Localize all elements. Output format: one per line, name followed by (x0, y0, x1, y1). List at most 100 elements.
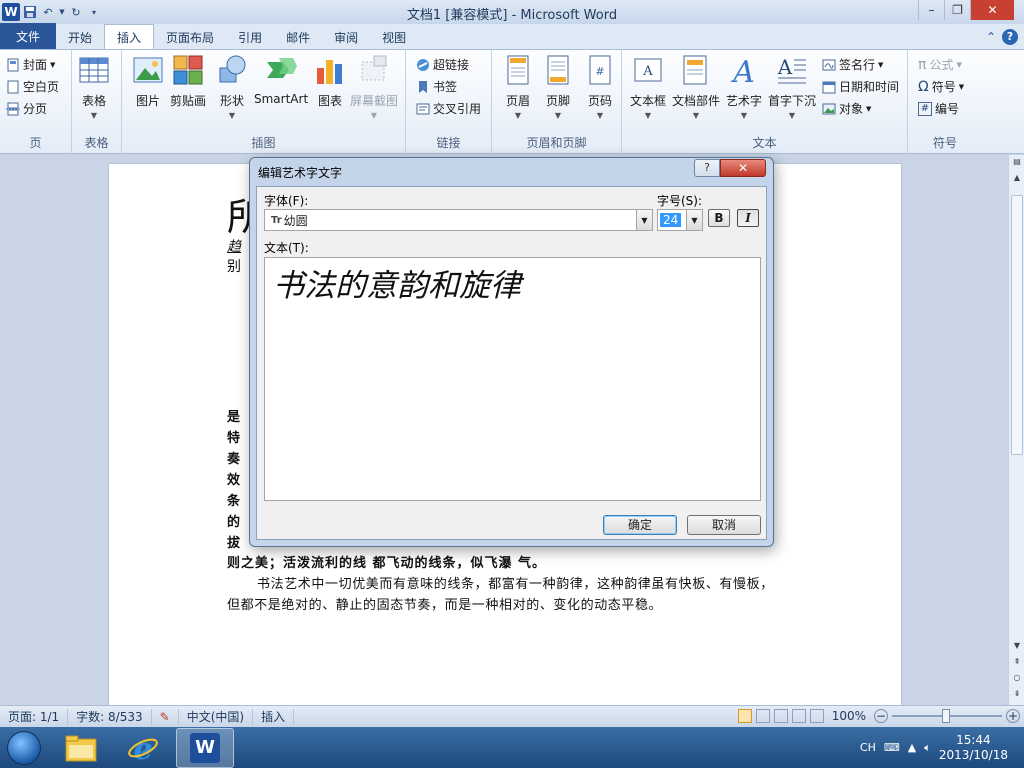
previous-page-icon[interactable]: ⇞ (1011, 657, 1023, 669)
keyboard-icon[interactable]: ⌨ (884, 741, 900, 754)
size-dropdown-icon[interactable]: ▼ (686, 210, 702, 230)
tab-review[interactable]: 审阅 (322, 25, 370, 49)
redo-icon[interactable]: ↻ (68, 4, 84, 20)
page-break-icon (6, 102, 20, 115)
status-word-count[interactable]: 字数: 8/533 (68, 708, 152, 725)
zoom-out-button[interactable]: − (874, 709, 888, 723)
wordart-text-input[interactable]: 书法的意韵和旋律 (264, 257, 761, 501)
full-screen-view-icon[interactable] (755, 709, 770, 723)
status-language[interactable]: 中文(中国) (179, 708, 254, 725)
tab-page-layout[interactable]: 页面布局 (154, 25, 226, 49)
textbox-button[interactable]: A 文本框 ▼ (630, 54, 666, 120)
table-icon (79, 57, 109, 83)
group-label-text: 文本 (752, 136, 777, 150)
minimize-button[interactable]: – (918, 0, 944, 20)
zoom-slider-thumb[interactable] (942, 709, 950, 723)
next-page-icon[interactable]: ⇟ (1011, 689, 1023, 701)
cancel-button[interactable]: 取消 (687, 515, 761, 535)
page-break-button[interactable]: 分页 (6, 100, 47, 117)
cover-page-button[interactable]: 封面 ▼ (6, 56, 55, 73)
tab-home[interactable]: 开始 (56, 25, 104, 49)
close-button[interactable]: ✕ (970, 0, 1014, 20)
screenshot-button[interactable]: 屏幕截图 ▼ (350, 54, 398, 120)
doc-fragment-line2: 别 (227, 259, 241, 275)
page-number-button[interactable]: # 页码 ▼ (584, 54, 616, 120)
print-layout-view-icon[interactable] (737, 709, 752, 723)
minimize-ribbon-icon[interactable]: ⌃ (986, 30, 996, 44)
wordart-button[interactable]: A 艺术字 ▼ (726, 54, 762, 120)
ruler-toggle-icon[interactable]: ▤ (1011, 157, 1023, 169)
font-select-value: 幼圆 (283, 213, 308, 228)
font-dropdown-icon[interactable]: ▼ (636, 210, 652, 230)
zoom-level[interactable]: 100% (832, 709, 866, 723)
status-page[interactable]: 页面: 1/1 (0, 708, 69, 725)
vertical-scrollbar[interactable]: ▤ ▲ ▼ ⇞ ○ ⇟ (1008, 155, 1024, 705)
taskbar-explorer[interactable] (52, 728, 110, 768)
tab-file[interactable]: 文件 (0, 23, 57, 49)
maximize-button[interactable]: ❐ (944, 0, 970, 20)
tab-view[interactable]: 视图 (370, 25, 418, 49)
doc-hidden-line: 奏 (227, 452, 241, 467)
bookmark-button[interactable]: 书签 (416, 78, 457, 95)
symbol-button[interactable]: Ω 符号 ▼ (918, 78, 964, 95)
dialog-close-button[interactable]: ✕ (720, 159, 766, 177)
doc-fragment-line1: 趋 (227, 239, 241, 255)
tab-mailings[interactable]: 邮件 (274, 25, 322, 49)
smartart-icon (267, 58, 298, 78)
tab-insert[interactable]: 插入 (104, 24, 155, 49)
help-icon[interactable]: ? (1002, 29, 1018, 45)
footer-button[interactable]: 页脚 ▼ (542, 54, 574, 120)
word-taskbar-icon: W (190, 732, 220, 763)
undo-icon[interactable]: ↶ (40, 4, 56, 20)
equation-button[interactable]: π 公式 ▼ (918, 56, 962, 73)
web-layout-view-icon[interactable] (773, 709, 788, 723)
clock[interactable]: 15:44 2013/10/18 (939, 733, 1008, 763)
dropcap-button[interactable]: A 首字下沉 ▼ (768, 54, 816, 120)
tab-references[interactable]: 引用 (226, 25, 274, 49)
start-button[interactable] (0, 728, 48, 768)
size-select[interactable]: 24 ▼ (657, 209, 703, 231)
draft-view-icon[interactable] (809, 709, 824, 723)
hyperlink-button[interactable]: 超链接 (416, 56, 469, 73)
table-button[interactable]: 表格 ▼ (78, 54, 110, 120)
dialog-help-button[interactable]: ? (694, 159, 720, 177)
status-proofing[interactable]: ✎ (152, 708, 179, 725)
object-button[interactable]: 对象 ▼ (822, 100, 871, 117)
bold-button[interactable]: B (708, 209, 730, 227)
blank-page-button[interactable]: 空白页 (6, 78, 59, 95)
clock-date: 2013/10/18 (938, 747, 1008, 762)
ok-button[interactable]: 确定 (603, 515, 677, 535)
header-button[interactable]: 页眉 ▼ (502, 54, 534, 120)
folder-icon (65, 735, 97, 761)
taskbar-word[interactable]: W (176, 727, 234, 768)
zoom-in-button[interactable]: + (1006, 709, 1020, 723)
scroll-thumb[interactable] (1011, 195, 1023, 455)
word-app-icon[interactable]: W (2, 3, 20, 21)
volume-icon[interactable]: 🔈︎ (924, 741, 931, 755)
quickparts-button[interactable]: 文档部件 ▼ (672, 54, 720, 120)
date-time-button[interactable]: 日期和时间 (822, 78, 899, 95)
italic-button[interactable]: I (737, 209, 759, 227)
customize-qat-icon[interactable]: ▾ (86, 4, 102, 20)
zoom-slider[interactable] (892, 709, 1002, 723)
chart-button[interactable]: 图表 (314, 54, 346, 109)
browse-object-icon[interactable]: ○ (1011, 673, 1023, 685)
clipart-button[interactable]: 剪贴画 (170, 54, 206, 109)
shapes-button[interactable]: 形状 ▼ (216, 54, 248, 120)
scroll-up-icon[interactable]: ▲ (1011, 173, 1023, 185)
undo-dropdown-icon[interactable]: ▼ (58, 4, 66, 20)
picture-button[interactable]: 图片 (132, 54, 164, 109)
outline-view-icon[interactable] (791, 709, 806, 723)
scroll-down-icon[interactable]: ▼ (1011, 641, 1023, 653)
smartart-button[interactable]: SmartArt (254, 54, 308, 106)
cross-reference-icon (416, 103, 430, 114)
status-insert-mode[interactable]: 插入 (253, 708, 295, 725)
signature-line-button[interactable]: 签名行 ▼ (822, 56, 883, 73)
save-icon[interactable] (22, 4, 38, 20)
cross-reference-button[interactable]: 交叉引用 (416, 100, 481, 117)
show-hidden-icons-icon[interactable]: ▲ (908, 741, 916, 754)
numbering-button[interactable]: # 编号 (918, 100, 959, 117)
taskbar-ie[interactable]: e (114, 728, 172, 768)
ime-indicator[interactable]: CH (860, 741, 876, 754)
font-select[interactable]: Tr 幼圆 ▼ (264, 209, 653, 231)
